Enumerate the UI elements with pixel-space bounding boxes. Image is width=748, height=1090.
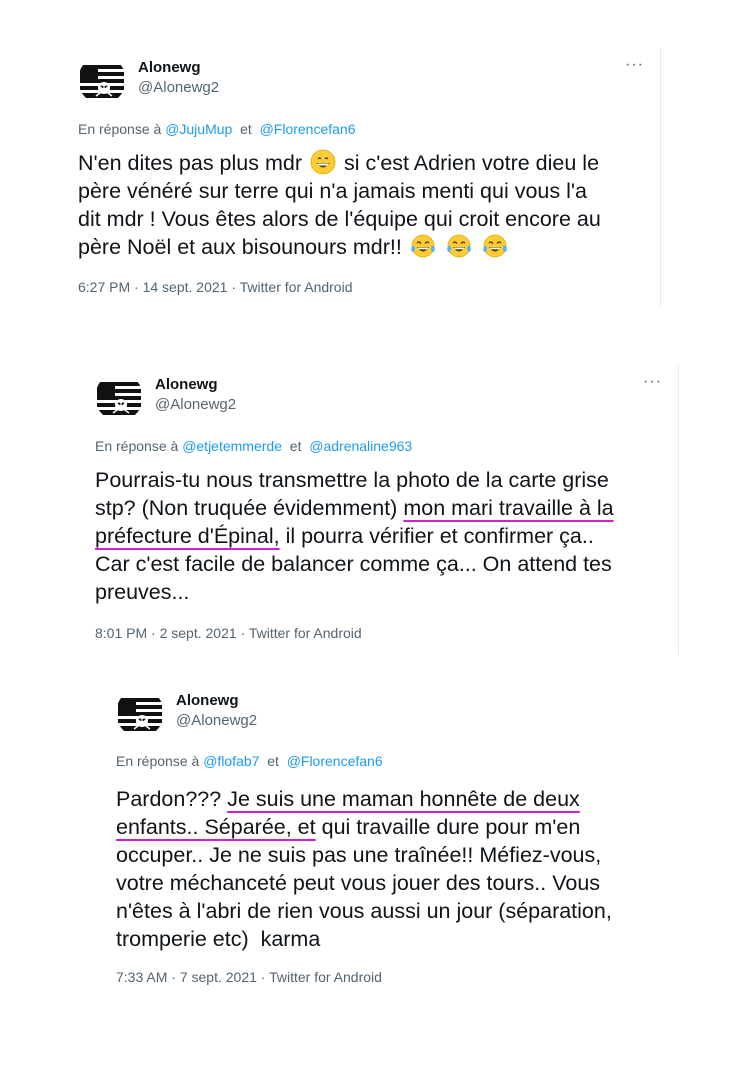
tweet-text-line: preuves...	[95, 580, 190, 604]
tweet-card[interactable]: Alonewg @Alonewg2 En réponse à @flofab7 …	[116, 681, 676, 1006]
tweet-text-line: dit mdr ! Vous êtes alors de l'équipe qu…	[78, 207, 601, 231]
reply-context: En réponse à @JujuMup et @Florencefan6	[78, 121, 356, 137]
underlined-text: mon mari travaille à la	[403, 496, 614, 520]
flag-skull-avatar-icon	[78, 56, 126, 104]
tweet-text-line: Pardon???	[116, 787, 222, 811]
user-handle[interactable]: @Alonewg2	[155, 396, 236, 413]
tweet-text-line: tromperie etc) karma	[116, 927, 321, 951]
grinning-face-emoji-icon	[310, 149, 336, 175]
meta-separator: ·	[134, 279, 139, 295]
tweet-source[interactable]: Twitter for Android	[240, 279, 353, 295]
tweet-text-line: Car c'est facile de balancer comme ça...…	[95, 552, 612, 576]
meta-separator: ·	[151, 625, 156, 641]
tweet-text: Pourrais-tu nous transmettre la photo de…	[95, 466, 675, 606]
mention-link[interactable]: @Florencefan6	[287, 753, 383, 769]
more-icon[interactable]: ···	[625, 57, 644, 73]
tweet-text-line: qui travaille dure pour m'en	[321, 815, 581, 839]
flag-skull-avatar-icon	[95, 373, 143, 421]
tweet-date[interactable]: 2 sept. 2021	[160, 625, 237, 641]
display-name[interactable]: Alonewg	[176, 692, 239, 709]
card-border	[678, 365, 679, 655]
tweet-date[interactable]: 14 sept. 2021	[143, 279, 228, 295]
tears-of-joy-emoji-icon	[410, 233, 436, 259]
reply-prefix: En réponse à	[116, 753, 200, 769]
tweet-card[interactable]: Alonewg @Alonewg2 ··· En réponse à @Juju…	[78, 48, 661, 306]
tweet-text-line: père Noël et aux bisounours mdr!!	[78, 235, 402, 259]
flag-skull-avatar-icon	[116, 689, 164, 737]
tweet-text-line: Pourrais-tu nous transmettre la photo de…	[95, 468, 609, 492]
tears-of-joy-emoji-icon	[482, 233, 508, 259]
underlined-text: Je suis une maman honnête de deux	[227, 787, 580, 811]
reply-separator: et	[267, 753, 279, 769]
tweet-time[interactable]: 8:01 PM	[95, 625, 147, 641]
mention-link[interactable]: @etjetemmerde	[182, 438, 282, 454]
underlined-text: préfecture d'Épinal,	[95, 524, 280, 548]
underlined-text: enfants.. Séparée, et	[116, 815, 316, 839]
meta-separator: ·	[240, 625, 246, 641]
display-name[interactable]: Alonewg	[138, 59, 201, 76]
tweet-text-line: stp? (Non truquée évidemment)	[95, 496, 398, 520]
tweet-text-line: n'êtes à l'abri de rien vous aussi un jo…	[116, 899, 612, 923]
tears-of-joy-emoji-icon	[446, 233, 472, 259]
reply-separator: et	[240, 121, 252, 137]
tweet-text-line: occuper.. Je ne suis pas une traînée!! M…	[116, 843, 602, 867]
user-handle[interactable]: @Alonewg2	[176, 712, 257, 729]
avatar[interactable]	[95, 373, 143, 421]
tweet-text-line: il pourra vérifier et confirmer ça..	[285, 524, 594, 548]
meta-separator: ·	[260, 969, 266, 985]
tweet-text: Pardon??? Je suis une maman honnête de d…	[116, 785, 676, 953]
tweet-text-line: votre méchanceté peut vous jouer des tou…	[116, 871, 601, 895]
meta-separator: ·	[231, 279, 237, 295]
tweet-text-line: N'en dites pas plus mdr	[78, 151, 302, 175]
tweet-time[interactable]: 7:33 AM	[116, 969, 167, 985]
tweet-card[interactable]: Alonewg @Alonewg2 ··· En réponse à @etje…	[95, 365, 679, 655]
more-icon[interactable]: ···	[643, 374, 662, 390]
tweet-source[interactable]: Twitter for Android	[269, 969, 382, 985]
meta-separator: ·	[171, 969, 176, 985]
user-handle[interactable]: @Alonewg2	[138, 79, 219, 96]
tweet-source[interactable]: Twitter for Android	[249, 625, 362, 641]
reply-prefix: En réponse à	[78, 121, 162, 137]
reply-context: En réponse à @flofab7 et @Florencefan6	[116, 753, 383, 769]
mention-link[interactable]: @JujuMup	[165, 121, 232, 137]
mention-link[interactable]: @Florencefan6	[260, 121, 356, 137]
card-border	[660, 48, 661, 306]
tweet-metadata: 7:33 AM · 7 sept. 2021 · Twitter for And…	[116, 969, 382, 985]
tweet-text-line: père vénéré sur terre qui n'a jamais men…	[78, 179, 587, 203]
avatar[interactable]	[116, 689, 164, 737]
avatar[interactable]	[78, 56, 126, 104]
reply-separator: et	[289, 438, 302, 454]
mention-link[interactable]: @flofab7	[203, 753, 259, 769]
tweet-metadata: 8:01 PM · 2 sept. 2021 · Twitter for And…	[95, 625, 362, 641]
tweet-text-line: si c'est Adrien votre dieu le	[343, 151, 600, 175]
tweet-metadata: 6:27 PM · 14 sept. 2021 · Twitter for An…	[78, 279, 352, 295]
tweet-text: N'en dites pas plus mdr si c'est Adrien …	[78, 149, 658, 261]
reply-prefix: En réponse à	[95, 438, 179, 454]
tweet-date[interactable]: 7 sept. 2021	[180, 969, 257, 985]
mention-link[interactable]: @adrenaline963	[309, 438, 412, 454]
display-name[interactable]: Alonewg	[155, 376, 218, 393]
reply-context: En réponse à @etjetemmerde et @adrenalin…	[95, 438, 412, 454]
tweet-time[interactable]: 6:27 PM	[78, 279, 130, 295]
